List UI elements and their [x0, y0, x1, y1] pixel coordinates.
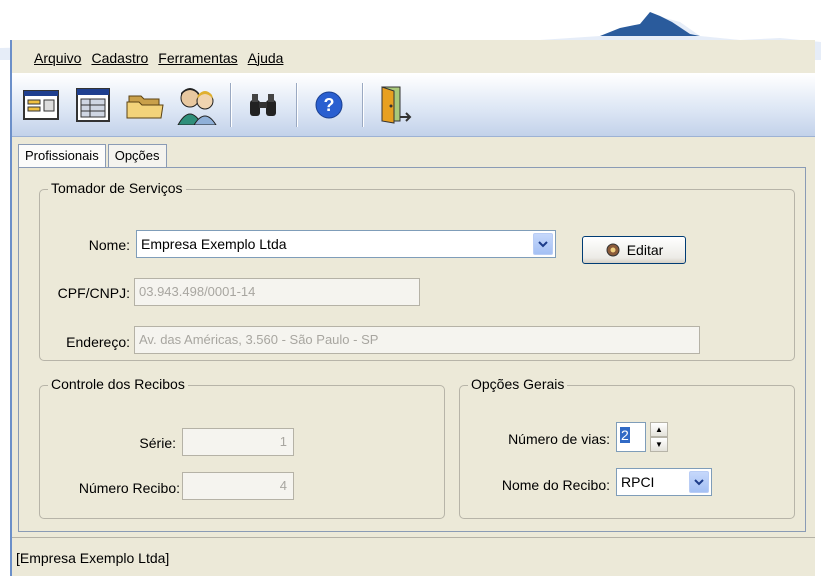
- status-bar: [Empresa Exemplo Ltda]: [12, 537, 815, 575]
- cpf-label: CPF/CNPJ:: [57, 285, 130, 301]
- spin-down-icon[interactable]: ▼: [650, 437, 668, 452]
- toolbar-separator: [296, 83, 298, 127]
- vias-label: Número de vias:: [508, 431, 610, 447]
- folders-icon: [126, 95, 164, 119]
- tab-panel: Tomador de Serviços Nome: Empresa Exempl…: [18, 167, 806, 532]
- table-icon: [76, 88, 110, 122]
- menu-arquivo[interactable]: Arquivo: [34, 50, 81, 66]
- binoculars-icon: [250, 94, 276, 116]
- menu-ferramentas[interactable]: Ferramentas: [158, 50, 237, 66]
- svg-text:?: ?: [324, 95, 335, 115]
- vias-value: 2: [620, 427, 630, 443]
- numero-recibo-field[interactable]: 4: [182, 472, 294, 500]
- toolbar-separator: [362, 83, 364, 127]
- controle-group: Controle dos Recibos Série: 1 Número Rec…: [39, 376, 445, 519]
- endereco-label: Endereço:: [66, 334, 130, 350]
- nome-label: Nome:: [88, 237, 130, 253]
- chevron-down-icon[interactable]: [533, 233, 553, 255]
- tab-strip: Profissionais Opções: [18, 144, 169, 168]
- endereco-field[interactable]: Av. das Américas, 3.560 - São Paulo - SP: [134, 326, 700, 354]
- vias-updown: ▲ ▼: [650, 422, 668, 452]
- numero-recibo-label: Número Recibo:: [78, 480, 180, 496]
- users-button[interactable]: [176, 84, 218, 126]
- tomador-group: Tomador de Serviços Nome: Empresa Exempl…: [39, 180, 795, 361]
- serie-label: Série:: [139, 435, 176, 451]
- gear-icon: [606, 243, 620, 257]
- form-icon: [23, 90, 59, 120]
- chevron-down-icon[interactable]: [689, 471, 709, 493]
- vias-stepper[interactable]: 2 ▲ ▼: [616, 422, 670, 452]
- nome-recibo-select[interactable]: RPCI: [616, 468, 712, 496]
- search-button[interactable]: [242, 84, 284, 126]
- nome-recibo-value: RPCI: [621, 474, 655, 490]
- folders-button[interactable]: [124, 84, 166, 126]
- exit-door-icon: [381, 86, 412, 124]
- nome-recibo-label: Nome do Recibo:: [501, 477, 610, 493]
- users-icon: [177, 88, 217, 125]
- toolbar-separator: [230, 83, 232, 127]
- opcoes-group: Opções Gerais Número de vias: 2 ▲ ▼ Nome…: [459, 376, 795, 519]
- help-icon: ?: [315, 91, 343, 119]
- menu-bar: Arquivo Cadastro Ferramentas Ajuda: [12, 40, 815, 72]
- toolbar: ?: [12, 73, 815, 137]
- nome-select-value: Empresa Exemplo Ltda: [141, 236, 287, 252]
- vias-input[interactable]: 2: [616, 422, 646, 452]
- controle-legend: Controle dos Recibos: [48, 376, 188, 392]
- tab-opcoes[interactable]: Opções: [107, 144, 167, 168]
- help-button[interactable]: ?: [308, 84, 350, 126]
- table-button[interactable]: [72, 84, 114, 126]
- menu-cadastro[interactable]: Cadastro: [91, 50, 148, 66]
- cpf-field[interactable]: 03.943.498/0001-14: [134, 278, 420, 306]
- spin-up-icon[interactable]: ▲: [650, 422, 668, 437]
- serie-field[interactable]: 1: [182, 428, 294, 456]
- form-button[interactable]: [20, 84, 62, 126]
- tomador-legend: Tomador de Serviços: [48, 180, 186, 196]
- menu-ajuda[interactable]: Ajuda: [248, 50, 284, 66]
- nome-select[interactable]: Empresa Exemplo Ltda: [136, 230, 556, 258]
- editar-label: Editar: [626, 242, 664, 258]
- app-window: Arquivo Cadastro Ferramentas Ajuda ? Pro…: [10, 40, 815, 576]
- editar-button[interactable]: Editar: [582, 236, 686, 264]
- exit-button[interactable]: [374, 84, 416, 126]
- tab-profissionais[interactable]: Profissionais: [18, 144, 106, 168]
- opcoes-legend: Opções Gerais: [468, 376, 568, 392]
